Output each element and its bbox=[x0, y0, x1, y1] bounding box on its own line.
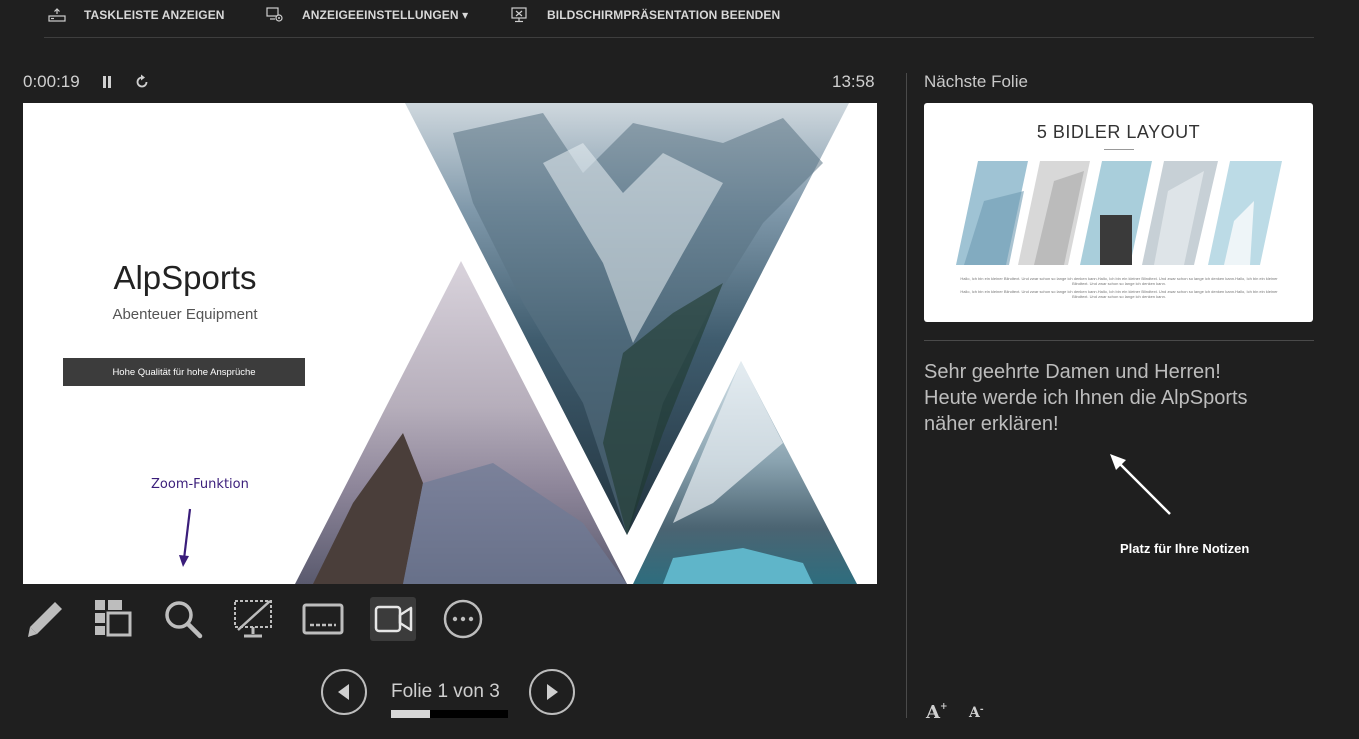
display-settings-icon bbox=[266, 7, 283, 22]
building-images-strip bbox=[956, 161, 1282, 265]
next-slide-preview[interactable]: 5 BIDLER LAYOUT Hallo, Ich bin ein klein… bbox=[924, 103, 1313, 322]
display-settings-button[interactable]: ANZEIGEEINSTELLUNGEN ▾ bbox=[266, 5, 468, 25]
notes-line-1: Sehr geehrte Damen und Herren! bbox=[924, 361, 1221, 383]
elapsed-timer: 0:00:19 bbox=[23, 72, 80, 91]
increase-font-button[interactable]: A+ bbox=[926, 702, 948, 723]
show-taskbar-label: TASKLEISTE ANZEIGEN bbox=[84, 8, 225, 22]
zoom-icon bbox=[165, 601, 203, 639]
display-settings-label: ANZEIGEEINSTELLUNGEN ▾ bbox=[302, 8, 469, 22]
slide-subtitle: Abenteuer Equipment bbox=[112, 306, 258, 323]
next-slide-title-rule bbox=[1104, 149, 1134, 150]
notes-line-2: Heute werde ich Ihnen die AlpSports bbox=[924, 387, 1248, 409]
zoom-annotation: Zoom-Funktion bbox=[151, 477, 249, 492]
increase-font-label: A bbox=[926, 702, 940, 723]
end-slideshow-button[interactable]: BILDSCHIRMPRÄSENTATION BEENDEN bbox=[511, 5, 780, 25]
pause-timer-icon[interactable] bbox=[101, 75, 113, 89]
taskbar-icon bbox=[48, 8, 66, 22]
camera-icon bbox=[374, 605, 413, 633]
next-slide-button[interactable] bbox=[529, 669, 575, 715]
more-options-button[interactable] bbox=[440, 597, 486, 641]
notes-hint: Platz für Ihre Notizen bbox=[1120, 541, 1250, 556]
subtitles-icon bbox=[302, 603, 344, 635]
end-slideshow-icon bbox=[511, 7, 527, 23]
notes-arrow-icon bbox=[1110, 454, 1171, 515]
current-slide[interactable]: AlpSports Abenteuer Equipment Hohe Quali… bbox=[23, 103, 877, 584]
speaker-notes[interactable]: Sehr geehrte Damen und Herren! Heute wer… bbox=[924, 359, 1304, 437]
black-screen-icon bbox=[234, 600, 272, 638]
black-screen-button[interactable] bbox=[230, 597, 276, 641]
previous-slide-button[interactable] bbox=[321, 669, 367, 715]
slide-progress-bar bbox=[391, 710, 508, 718]
next-slide-text-1: Hallo, Ich bin ein kleiner Blindtext. Un… bbox=[960, 276, 1278, 286]
slide-tagline-band: Hohe Qualität für hohe Ansprüche bbox=[63, 358, 305, 386]
all-slides-icon bbox=[95, 600, 132, 637]
more-options-icon bbox=[443, 599, 483, 639]
next-slide-text-2: Hallo, Ich bin ein kleiner Blindtext. Un… bbox=[960, 289, 1278, 299]
panel-divider bbox=[906, 73, 907, 718]
pen-icon bbox=[28, 602, 62, 637]
end-slideshow-label: BILDSCHIRMPRÄSENTATION BEENDEN bbox=[547, 8, 781, 22]
restart-timer-icon[interactable] bbox=[134, 74, 150, 90]
next-slide-label: Nächste Folie bbox=[924, 72, 1028, 91]
zoom-button[interactable] bbox=[160, 597, 206, 641]
camera-toggle-button[interactable] bbox=[370, 597, 416, 641]
slide-counter[interactable]: Folie 1 von 3 bbox=[391, 681, 500, 703]
mountain-triangles-image bbox=[295, 103, 857, 584]
chevron-left-icon bbox=[338, 684, 349, 700]
decrease-font-label: A bbox=[969, 705, 980, 721]
annotation-arrow-icon bbox=[179, 508, 192, 567]
next-slide-title: 5 BIDLER LAYOUT bbox=[1036, 122, 1201, 142]
notes-line-3: näher erklären! bbox=[924, 413, 1059, 435]
top-toolbar: TASKLEISTE ANZEIGEN ANZEIGEEINSTELLUNGEN… bbox=[44, 0, 1314, 38]
decrease-font-button[interactable]: A- bbox=[969, 705, 984, 721]
notes-divider bbox=[924, 340, 1314, 341]
show-taskbar-button[interactable]: TASKLEISTE ANZEIGEN bbox=[48, 5, 225, 25]
chevron-right-icon bbox=[547, 684, 558, 700]
subtitles-button[interactable] bbox=[300, 597, 346, 641]
slide-progress-fill bbox=[391, 710, 430, 718]
all-slides-button[interactable] bbox=[89, 597, 135, 641]
pen-tool-button[interactable] bbox=[22, 597, 68, 641]
slide-title: AlpSports bbox=[113, 259, 257, 296]
current-clock: 13:58 bbox=[832, 72, 875, 91]
